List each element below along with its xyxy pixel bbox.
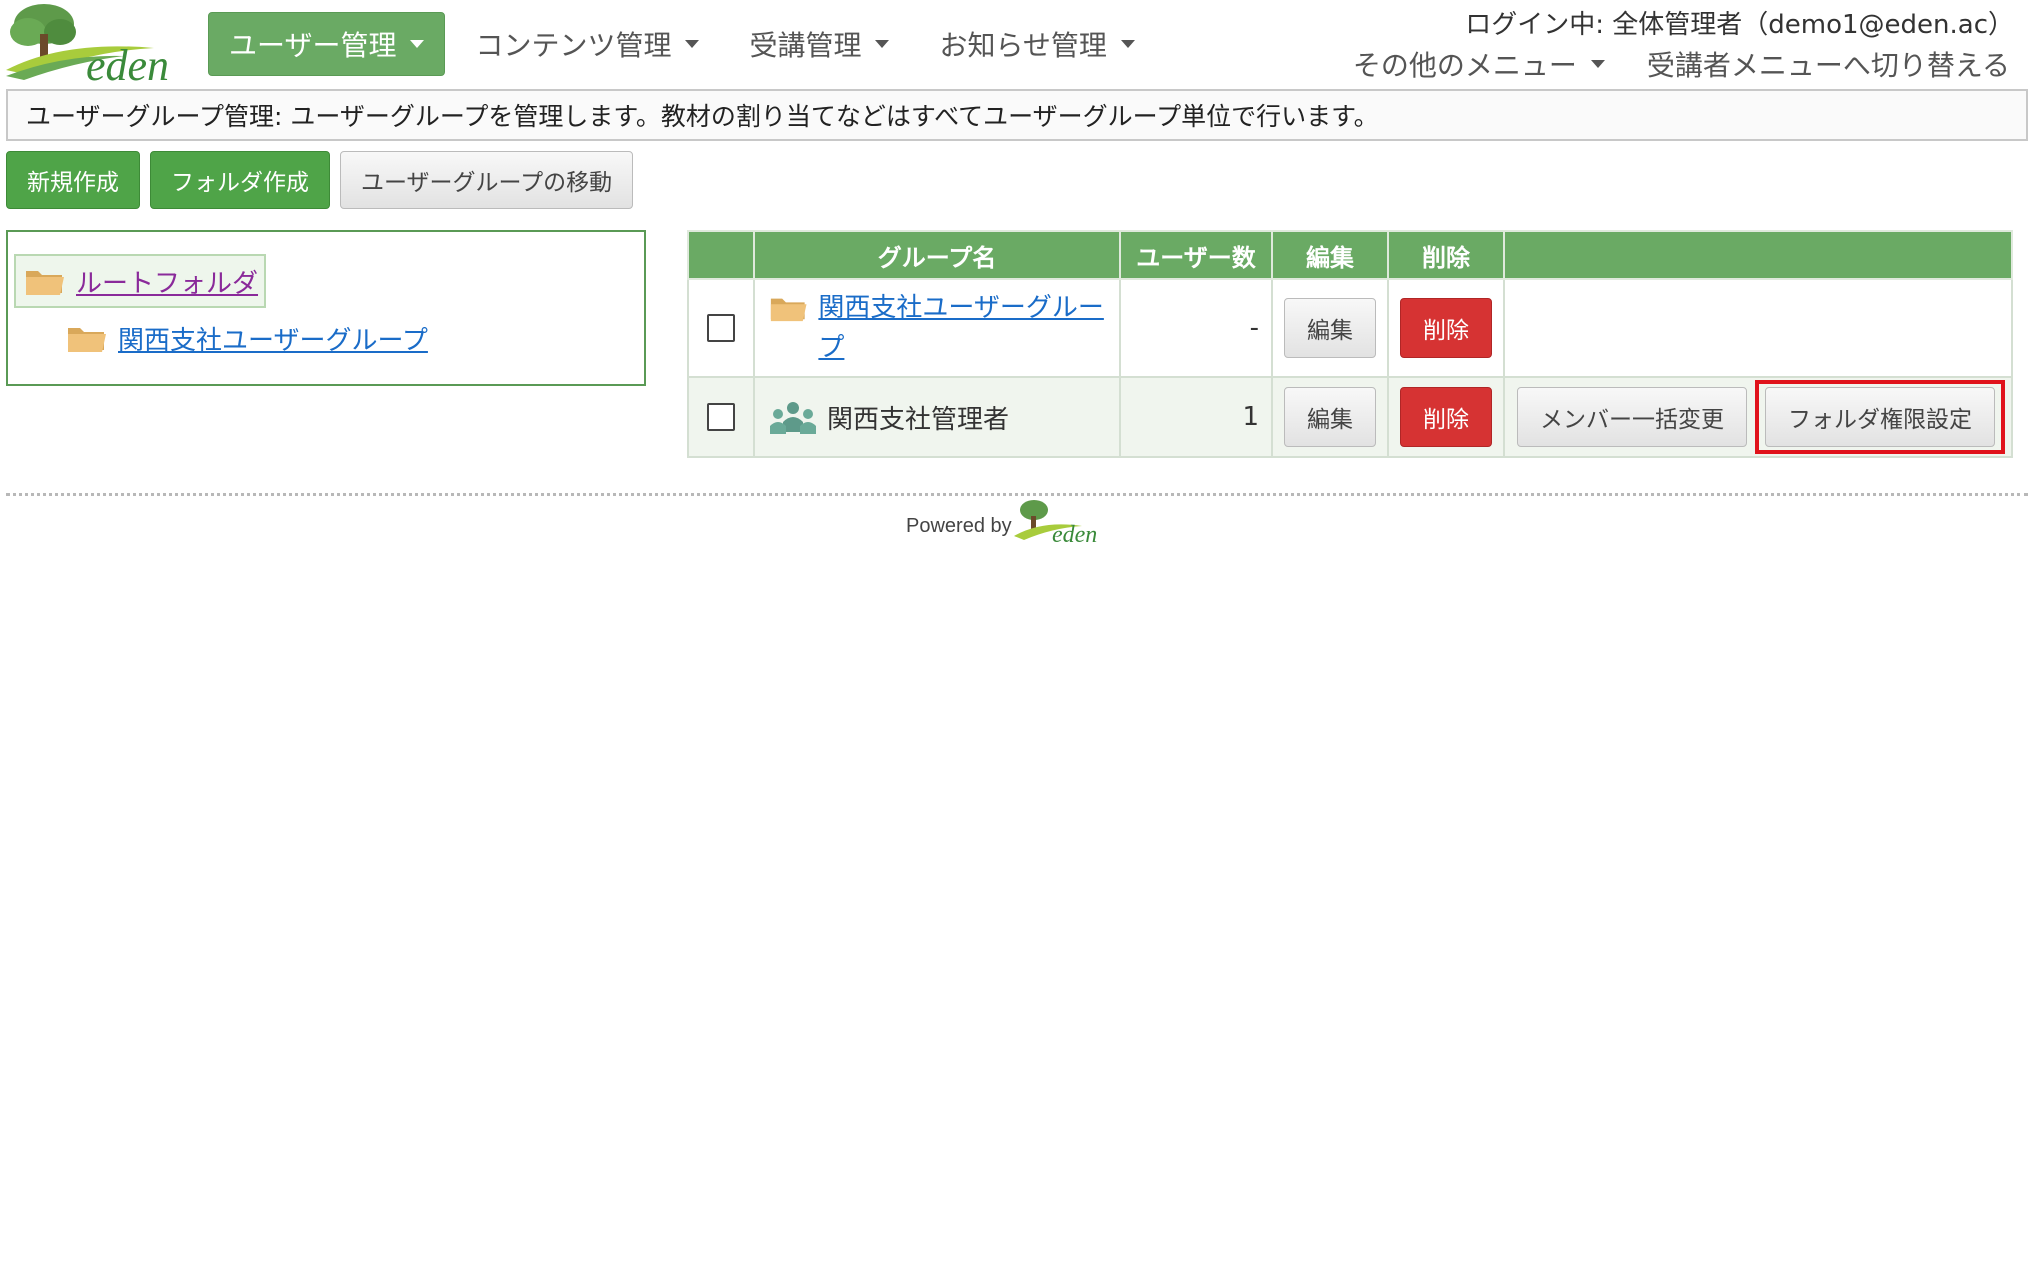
delete-cell: 削除 (1387, 376, 1505, 458)
folder-permission-button[interactable]: フォルダ権限設定 (1765, 387, 1995, 447)
group-folder-link[interactable]: 関西支社ユーザーグループ (818, 288, 1109, 368)
edit-button[interactable]: 編集 (1284, 298, 1376, 358)
eden-footer-logo: eden (1013, 500, 1097, 546)
edit-button[interactable]: 編集 (1284, 387, 1376, 447)
caret-down-icon (1590, 60, 1605, 68)
nav-label: コンテンツ管理 (475, 29, 672, 62)
svg-text:eden: eden (1052, 522, 1097, 546)
user-count-cell: - (1119, 278, 1273, 378)
nav-course-management[interactable]: 受講管理 (729, 12, 909, 76)
header-group-name: グループ名 (753, 230, 1121, 280)
table-row: 関西支社管理者 1 編集 削除 メンバー一括変更 フォルダ権限設定 (687, 376, 2013, 458)
new-button[interactable]: 新規作成 (6, 151, 140, 209)
sub-nav: その他のメニュー 受講者メニューへ切り替える (1311, 44, 2010, 84)
switch-to-learner-link[interactable]: 受講者メニューへ切り替える (1647, 44, 2010, 84)
group-name-cell: 関西支社管理者 (753, 376, 1121, 458)
row-checkbox[interactable] (707, 314, 735, 342)
main-nav: ユーザー管理 コンテンツ管理 受講管理 お知らせ管理 (208, 12, 1165, 76)
row-checkbox-cell (687, 278, 755, 378)
move-group-button[interactable]: ユーザーグループの移動 (340, 151, 634, 209)
bulk-member-change-button[interactable]: メンバー一括変更 (1517, 387, 1747, 447)
user-group-icon (770, 402, 816, 434)
folder-icon (770, 298, 807, 322)
extra-cell (1503, 278, 2013, 378)
nav-label: ユーザー管理 (229, 29, 397, 62)
svg-text:eden: eden (86, 41, 169, 84)
tree-root-item[interactable]: ルートフォルダ (14, 254, 267, 308)
login-info: ログイン中: 全体管理者（demo1@eden.ac） (1465, 10, 2014, 40)
other-menu-dropdown[interactable]: その他のメニュー (1353, 44, 1605, 84)
nav-notice-management[interactable]: お知らせ管理 (919, 12, 1154, 76)
row-checkbox[interactable] (707, 403, 735, 431)
header-extra (1503, 230, 2013, 280)
new-folder-button[interactable]: フォルダ作成 (150, 151, 330, 209)
folder-icon (68, 328, 106, 352)
table-header-row: グループ名 ユーザー数 編集 削除 (687, 230, 2013, 280)
edit-cell: 編集 (1271, 278, 1389, 378)
nav-label: 受講管理 (749, 29, 862, 62)
action-bar: 新規作成 フォルダ作成 ユーザーグループの移動 (6, 151, 643, 209)
edit-cell: 編集 (1271, 376, 1389, 458)
folder-icon (26, 271, 64, 295)
user-count-cell: 1 (1119, 376, 1273, 458)
delete-button[interactable]: 削除 (1400, 387, 1492, 447)
eden-logo[interactable]: eden (4, 2, 190, 90)
header: eden ユーザー管理 コンテンツ管理 受講管理 お知らせ管理 ログイン中: 全… (0, 0, 2034, 90)
tree-root-link[interactable]: ルートフォルダ (76, 263, 258, 300)
nav-label: お知らせ管理 (939, 29, 1107, 62)
group-table: グループ名 ユーザー数 編集 削除 関西支社ユーザーグループ - 編集 削除 関… (687, 230, 2013, 458)
page-description: ユーザーグループ管理: ユーザーグループを管理します。教材の割り当てなどはすべて… (6, 89, 2028, 141)
header-delete: 削除 (1387, 230, 1505, 280)
nav-user-management[interactable]: ユーザー管理 (208, 12, 446, 76)
row-checkbox-cell (687, 376, 755, 458)
group-name: 関西支社管理者 (827, 404, 1010, 435)
footer: Powered by eden (906, 496, 1112, 546)
delete-cell: 削除 (1387, 278, 1505, 378)
caret-down-icon (875, 40, 890, 48)
tree-child-item[interactable]: 関西支社ユーザーグループ (66, 316, 428, 360)
highlight-frame: フォルダ権限設定 (1755, 380, 2005, 454)
powered-by-text: Powered by (906, 515, 1012, 537)
caret-down-icon (1120, 40, 1135, 48)
group-name-cell: 関西支社ユーザーグループ (753, 278, 1121, 378)
caret-down-icon (410, 40, 425, 48)
header-user-count: ユーザー数 (1119, 230, 1273, 280)
caret-down-icon (685, 40, 700, 48)
nav-content-management[interactable]: コンテンツ管理 (455, 12, 719, 76)
other-menu-label: その他のメニュー (1352, 49, 1577, 82)
table-row: 関西支社ユーザーグループ - 編集 削除 (687, 278, 2013, 378)
folder-tree: ルートフォルダ 関西支社ユーザーグループ (6, 230, 646, 386)
tree-child-link[interactable]: 関西支社ユーザーグループ (118, 320, 428, 357)
extra-cell: メンバー一括変更 フォルダ権限設定 (1503, 376, 2013, 458)
header-edit: 編集 (1271, 230, 1389, 280)
header-checkbox (687, 230, 755, 280)
delete-button[interactable]: 削除 (1400, 298, 1492, 358)
